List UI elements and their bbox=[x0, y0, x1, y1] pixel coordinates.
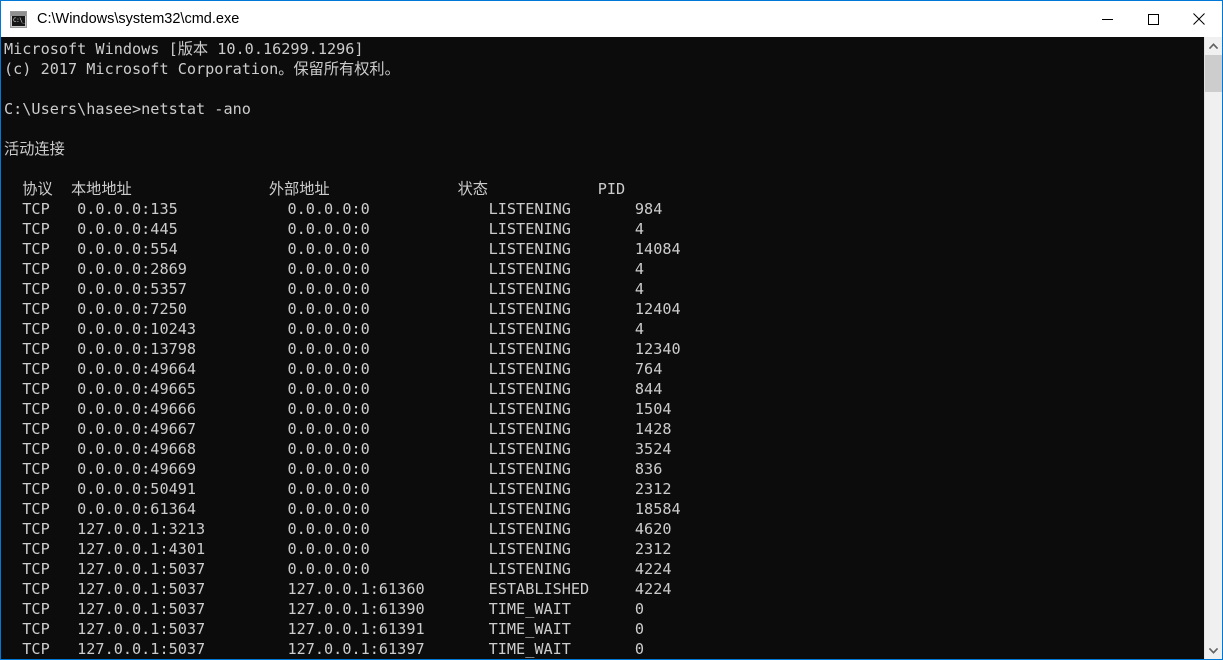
cmd-icon-screen: C:\_ bbox=[12, 15, 25, 26]
cmd-window: C:\_ C:\Windows\system32\cmd.exe Microso… bbox=[0, 0, 1223, 660]
scroll-down-arrow-icon[interactable] bbox=[1205, 642, 1222, 659]
close-button[interactable] bbox=[1176, 1, 1222, 37]
minimize-button[interactable] bbox=[1084, 1, 1130, 37]
console-text: Microsoft Windows [版本 10.0.16299.1296] (… bbox=[4, 40, 681, 658]
console-output-area[interactable]: Microsoft Windows [版本 10.0.16299.1296] (… bbox=[1, 37, 1204, 659]
vertical-scrollbar[interactable] bbox=[1204, 37, 1222, 659]
window-controls bbox=[1084, 1, 1222, 37]
scrollbar-thumb[interactable] bbox=[1205, 55, 1222, 92]
scroll-up-arrow-icon[interactable] bbox=[1205, 37, 1222, 54]
title-bar-left: C:\_ C:\Windows\system32\cmd.exe bbox=[1, 10, 1084, 28]
cmd-app-icon: C:\_ bbox=[10, 10, 27, 28]
maximize-button[interactable] bbox=[1130, 1, 1176, 37]
title-bar[interactable]: C:\_ C:\Windows\system32\cmd.exe bbox=[1, 1, 1222, 37]
scrollbar-track[interactable] bbox=[1205, 54, 1222, 642]
window-title: C:\Windows\system32\cmd.exe bbox=[37, 11, 240, 27]
